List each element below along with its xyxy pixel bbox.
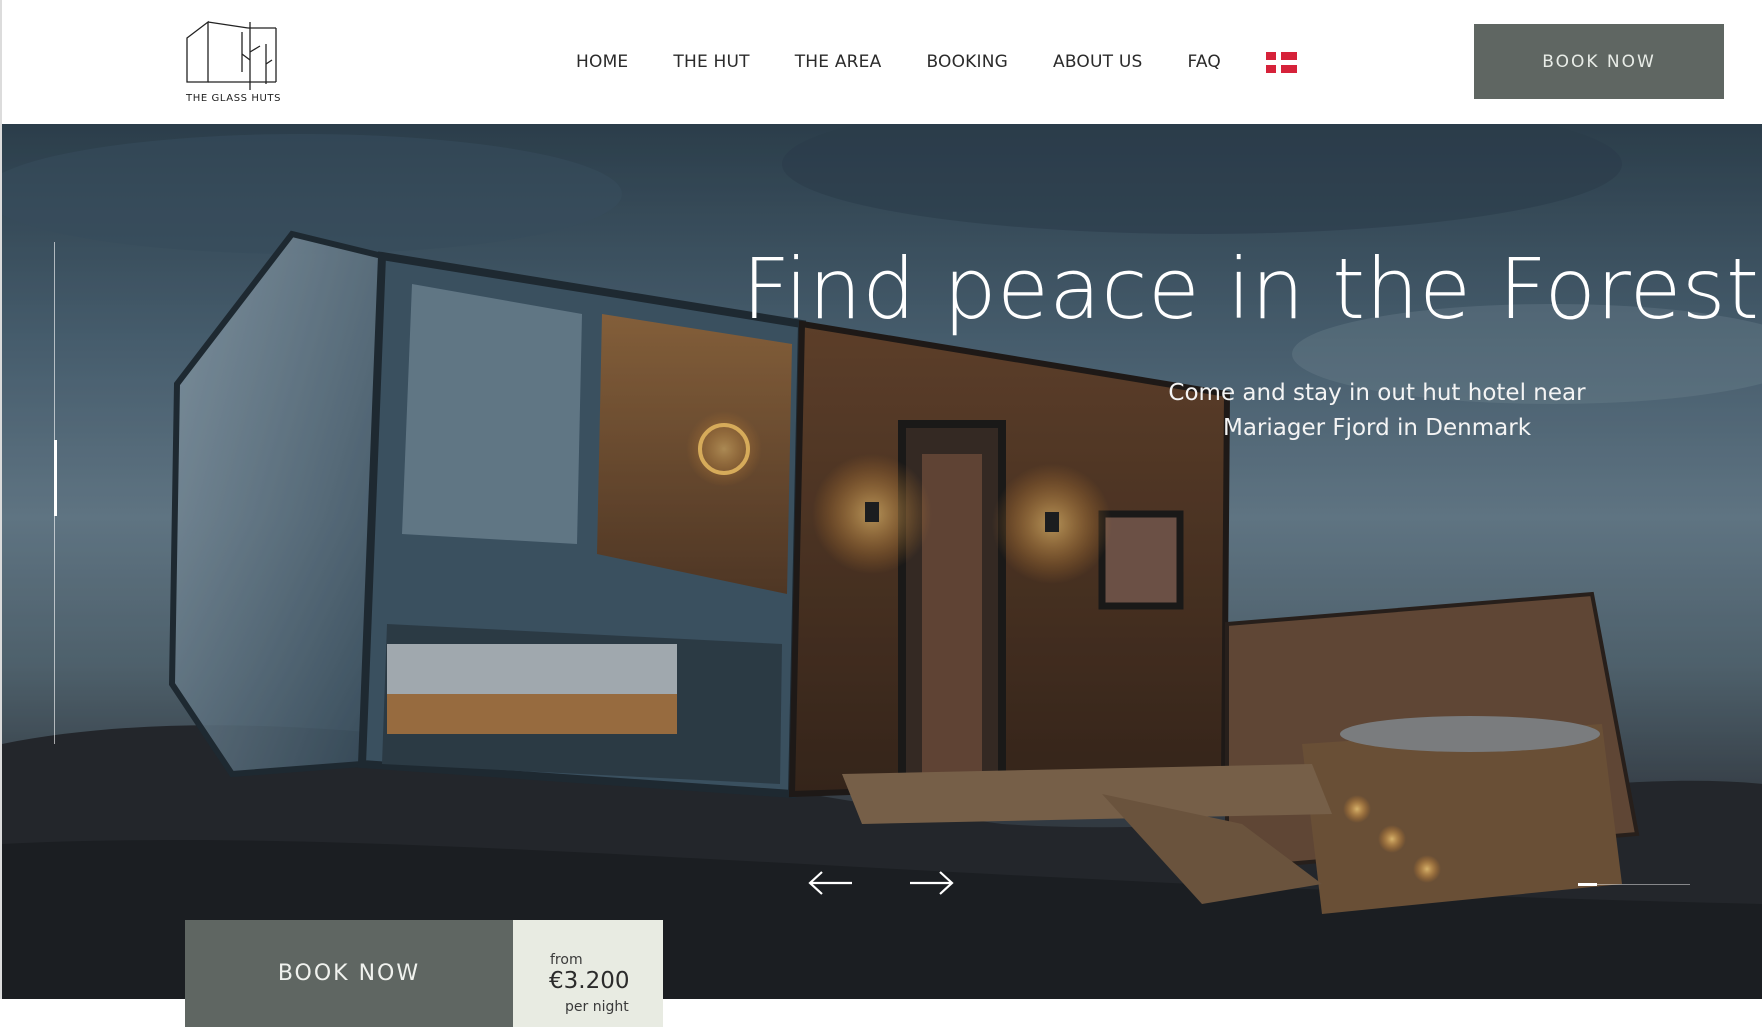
nav-item-faq[interactable]: FAQ: [1187, 52, 1221, 72]
hero-subtitle: Come and stay in out hut hotel near Mari…: [1168, 380, 1586, 441]
glass-huts-logo[interactable]: THE GLASS HUTS: [186, 20, 280, 106]
hut-logo-icon: [186, 20, 277, 90]
hero-title: Find peace in the Forest: [742, 240, 1760, 338]
nav-item-booking[interactable]: BOOKING: [926, 52, 1008, 72]
nav-item-the-hut[interactable]: THE HUT: [673, 52, 749, 72]
logo-wordmark: THE GLASS HUTS: [186, 93, 282, 104]
nav-item-the-area[interactable]: THE AREA: [795, 52, 882, 72]
arrow-left-icon[interactable]: [808, 870, 854, 896]
hero-section: Find peace in the Forest Come and stay i…: [0, 124, 1762, 999]
denmark-flag-icon[interactable]: [1266, 51, 1297, 73]
vertical-slider-indicator[interactable]: [54, 440, 57, 516]
booking-strip: BOOK NOW from €3.200 per night: [185, 920, 663, 1027]
nav-item-about-us[interactable]: ABOUT US: [1053, 52, 1142, 72]
slider-progress-bar: [1578, 883, 1690, 886]
price-unit: per night: [565, 999, 629, 1015]
price-box: from €3.200 per night: [513, 920, 663, 1027]
price-from-label: from: [550, 952, 583, 968]
slider-progress-fill: [1578, 883, 1598, 886]
price-value: €3.200: [549, 968, 630, 994]
nav-item-home[interactable]: HOME: [576, 52, 628, 72]
header-book-now-button[interactable]: BOOK NOW: [1474, 24, 1724, 99]
main-nav: HOME THE HUT THE AREA BOOKING ABOUT US F…: [576, 50, 1297, 74]
arrow-right-icon[interactable]: [908, 870, 954, 896]
site-header: THE GLASS HUTS HOME THE HUT THE AREA BOO…: [0, 0, 1762, 124]
hero-book-now-button[interactable]: BOOK NOW: [185, 920, 513, 1027]
